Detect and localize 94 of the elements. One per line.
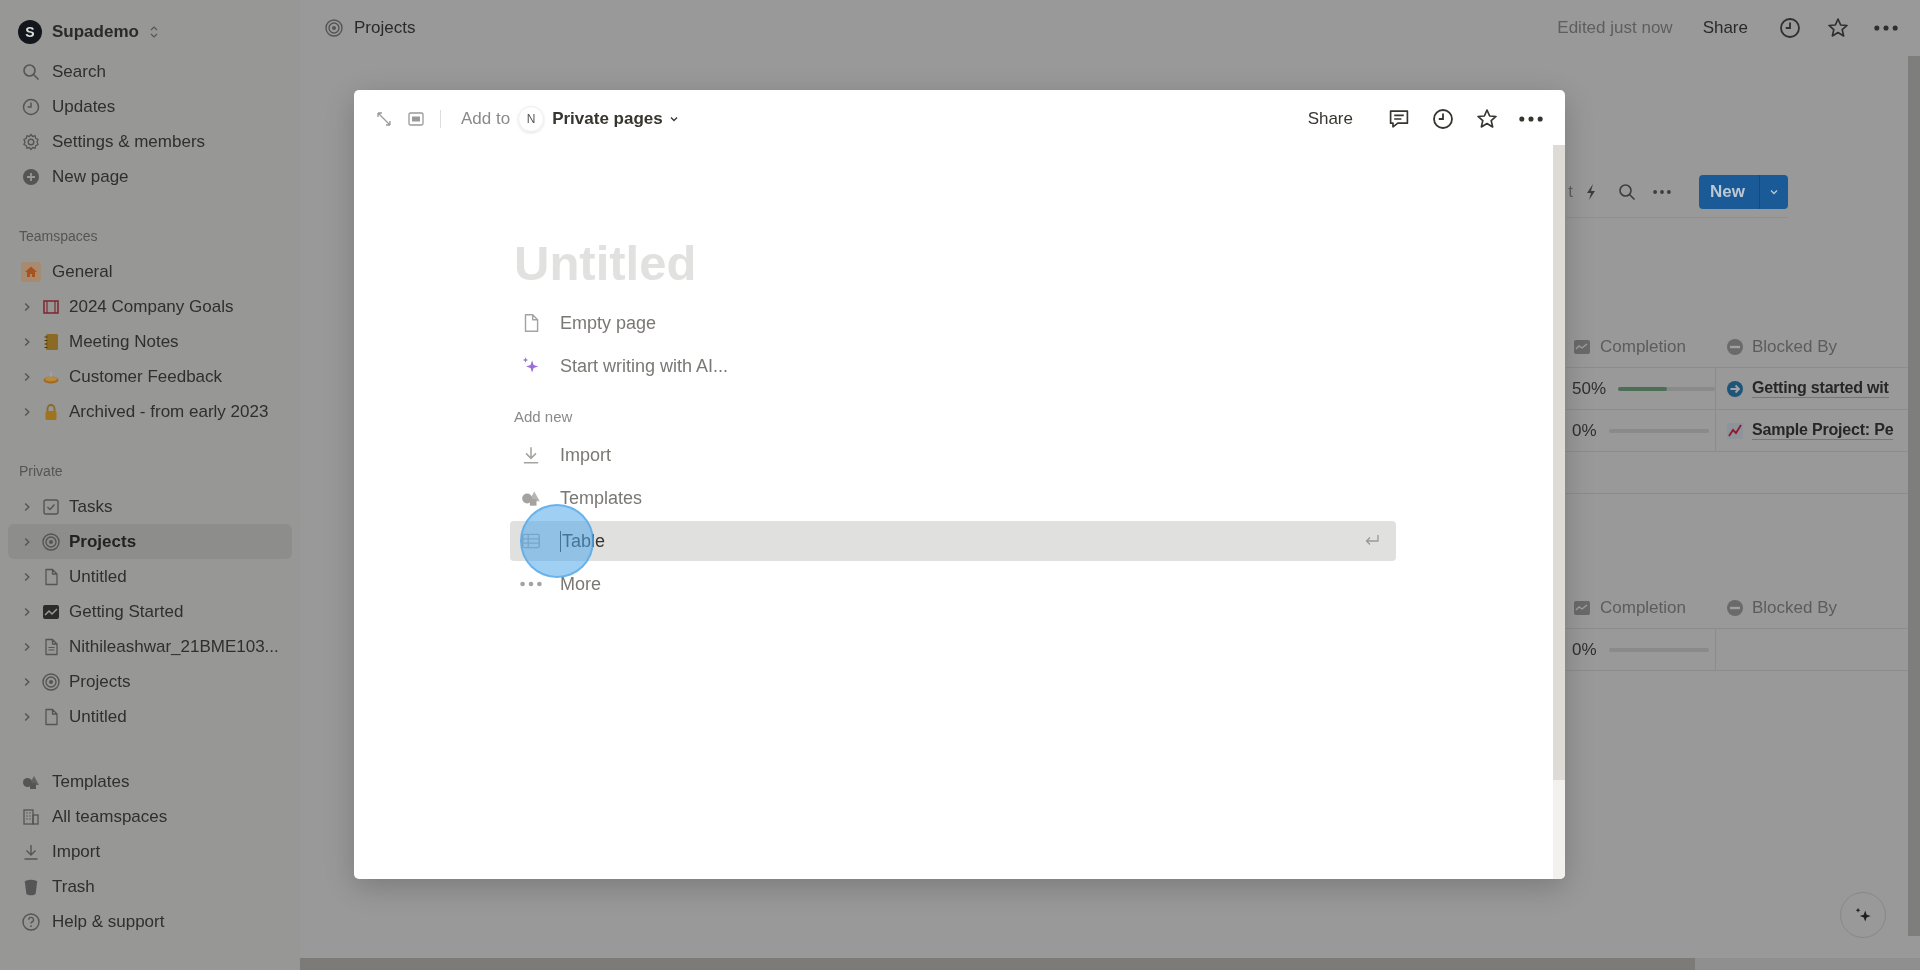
- location-dropdown[interactable]: Private pages: [552, 108, 679, 129]
- sidebar-item-label: Meeting Notes: [69, 331, 179, 352]
- column-header[interactable]: Completion: [1600, 597, 1686, 618]
- sidebar-item-label: Templates: [52, 771, 130, 792]
- sidebar-item[interactable]: Settings & members: [8, 124, 292, 159]
- column-header[interactable]: Blocked By: [1752, 597, 1838, 618]
- sidebar-item[interactable]: All teamspaces: [8, 799, 292, 834]
- blocked-icon: [1725, 597, 1745, 618]
- sidebar-item[interactable]: Untitled: [8, 699, 292, 734]
- arrow-circle-icon: [1725, 378, 1745, 399]
- sidebar-item-label: New page: [52, 166, 129, 187]
- sidebar-item-label: Projects: [69, 531, 137, 552]
- section-label: Private: [18, 462, 64, 481]
- sidebar-item-label: Trash: [52, 876, 95, 897]
- column-header[interactable]: Completion: [1600, 336, 1686, 357]
- caret-icon[interactable]: [1769, 187, 1779, 197]
- new-button[interactable]: New: [1699, 175, 1788, 209]
- scrollbar[interactable]: [1553, 145, 1565, 780]
- sidebar-item-label: General: [52, 261, 113, 282]
- sidebar-item[interactable]: Updates: [8, 89, 292, 124]
- search-icon: [21, 61, 41, 82]
- sidebar-item-label: Getting Started: [69, 601, 184, 622]
- sidebar-item-label: Help & support: [52, 911, 165, 932]
- menu-item[interactable]: Empty page: [510, 303, 1396, 343]
- sidebar-item[interactable]: Import: [8, 834, 292, 869]
- plus-circle-icon: [21, 166, 41, 187]
- add-to-label: Add to: [461, 108, 511, 129]
- workspace-avatar: S: [18, 20, 42, 44]
- sidebar-item-label: Tasks: [69, 496, 113, 517]
- sidebar-item-label: Search: [52, 61, 106, 82]
- house-icon: [21, 261, 41, 282]
- sidebar-item[interactable]: 2024 Company Goals: [8, 289, 292, 324]
- sidebar-item-label: Projects: [69, 671, 131, 692]
- sidebar-item[interactable]: Customer Feedback: [8, 359, 292, 394]
- sidebar-item[interactable]: Help & support: [8, 904, 292, 939]
- sidebar-item[interactable]: Archived - from early 2023: [8, 394, 292, 429]
- sidebar-item[interactable]: General: [8, 254, 292, 289]
- sidebar-item[interactable]: Meeting Notes: [8, 324, 292, 359]
- sidebar-item[interactable]: New page: [8, 159, 292, 194]
- relation-link[interactable]: Getting started wit: [1752, 379, 1889, 398]
- sidebar-item[interactable]: Projects: [8, 664, 292, 699]
- section-label: Add new: [514, 408, 574, 425]
- target-icon: [324, 18, 344, 38]
- sidebar-item-label: Archived - from early 2023: [69, 401, 269, 422]
- sidebar-item[interactable]: Search: [8, 54, 292, 89]
- sidebar-item[interactable]: Trash: [8, 869, 292, 904]
- sidebar-item[interactable]: Getting Started: [8, 594, 292, 629]
- switcher-icon[interactable]: [148, 25, 159, 39]
- sidebar-item-label: Customer Feedback: [69, 366, 223, 387]
- sidebar-item-label: 2024 Company Goals: [69, 296, 234, 317]
- clock-icon: [1778, 16, 1802, 40]
- settings-icon: [21, 131, 41, 152]
- target-icon: [41, 531, 61, 552]
- sidebar-item-label: Untitled: [69, 706, 127, 727]
- share-button[interactable]: Share: [1301, 108, 1359, 129]
- sidebar-item-label: Settings & members: [52, 131, 206, 152]
- table-cell: 50%: [1572, 378, 1607, 399]
- menu-item[interactable]: More: [510, 564, 1396, 604]
- sidebar-item[interactable]: Projects: [8, 524, 292, 559]
- ai-button[interactable]: [1840, 892, 1886, 938]
- share-button[interactable]: Share: [1696, 18, 1754, 38]
- scrollbar[interactable]: [300, 958, 1695, 970]
- section-label: Teamspaces: [18, 227, 99, 246]
- edited-status: Edited just now: [1557, 18, 1673, 38]
- sidebar-item-label: Untitled: [69, 566, 127, 587]
- search-icon: [1617, 182, 1638, 202]
- breadcrumb[interactable]: Projects: [354, 18, 416, 38]
- target-icon: [41, 671, 61, 692]
- sidebar-item[interactable]: Nithileashwar_21BME103...: [8, 629, 292, 664]
- help-icon: [21, 911, 41, 932]
- relation-link[interactable]: Sample Project: Pe: [1752, 421, 1894, 440]
- sidebar-item-label: Import: [52, 841, 101, 862]
- scrollbar[interactable]: [1908, 56, 1920, 936]
- menu-item[interactable]: Import: [510, 435, 1396, 475]
- menu-item[interactable]: Templates: [510, 478, 1396, 518]
- clock-icon: [21, 96, 41, 117]
- star-icon[interactable]: [1826, 16, 1850, 40]
- sidebar-item[interactable]: Tasks: [8, 489, 292, 524]
- clock-icon: [1431, 106, 1455, 131]
- sidebar-item[interactable]: Untitled: [8, 559, 292, 594]
- checkbox-icon: [41, 496, 61, 517]
- sidebar-item[interactable]: Templates: [8, 764, 292, 799]
- menu-item[interactable]: Start writing with AI...: [510, 346, 1396, 386]
- workspace-name[interactable]: Supademo: [52, 22, 139, 42]
- sidebar-item-label: All teamspaces: [52, 806, 168, 827]
- blocked-icon: [1725, 336, 1745, 357]
- star-icon[interactable]: [1475, 106, 1499, 131]
- column-header[interactable]: Blocked By: [1752, 336, 1838, 357]
- line-chart-icon: [1725, 420, 1745, 441]
- sidebar-item-label: Updates: [52, 96, 116, 117]
- table-cell: 0%: [1572, 420, 1597, 441]
- building-icon: [21, 806, 41, 827]
- table-cell: 0%: [1572, 639, 1597, 660]
- sidebar-item-label: Nithileashwar_21BME103...: [69, 636, 279, 657]
